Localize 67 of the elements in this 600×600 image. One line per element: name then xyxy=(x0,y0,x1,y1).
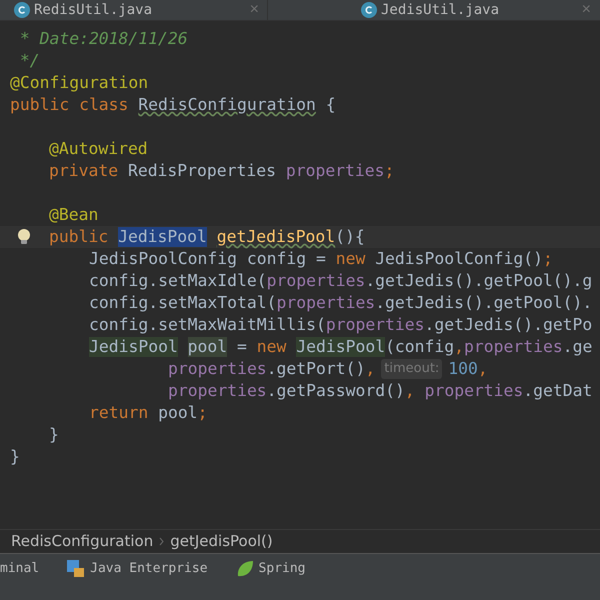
code-text: { xyxy=(324,95,336,115)
code-text: properties xyxy=(464,337,563,357)
code-text: ; xyxy=(198,403,208,423)
code-text: @Autowired xyxy=(49,139,148,159)
code-text: JedisPoolConfig config = xyxy=(89,249,327,269)
editor-tab[interactable]: JedisUtil.java × xyxy=(268,0,599,20)
tool-window-button[interactable]: minal xyxy=(0,558,40,578)
code-text: return xyxy=(89,403,150,423)
code-text: , xyxy=(478,359,488,379)
tool-window-button[interactable]: Spring xyxy=(236,558,306,578)
code-comment: */ xyxy=(18,51,40,71)
code-text: config.setMaxIdle( xyxy=(89,271,267,291)
code-text: pool xyxy=(188,337,228,357)
code-text: , xyxy=(365,359,376,379)
code-text: private xyxy=(49,161,120,181)
code-text: public xyxy=(49,227,110,247)
code-text: 100 xyxy=(448,359,478,379)
code-text: @Bean xyxy=(49,205,98,225)
code-text: } xyxy=(49,425,59,445)
code-text: @Configuration xyxy=(10,73,148,93)
code-text: .getPort() xyxy=(266,359,366,379)
code-text: getJedisPool xyxy=(216,227,336,247)
code-text: ; xyxy=(542,249,553,269)
code-text: .getJedis().getPool(). xyxy=(375,293,592,313)
code-text: properties xyxy=(286,161,385,181)
chevron-icon xyxy=(159,537,164,546)
editor-tab[interactable]: RedisUtil.java × xyxy=(0,0,268,20)
code-text: JedisPool xyxy=(296,337,386,357)
code-text: JedisPool xyxy=(89,337,178,357)
enterprise-icon xyxy=(67,560,86,578)
code-text: .getPassword() xyxy=(266,381,405,401)
class-icon xyxy=(361,2,377,18)
lightbulb-icon[interactable] xyxy=(17,228,31,246)
leaf-icon xyxy=(236,560,254,578)
code-text: new xyxy=(336,249,366,269)
code-text: , xyxy=(454,337,464,357)
code-text: = xyxy=(236,337,248,357)
code-text: } xyxy=(10,447,20,467)
tool-window-button[interactable]: Java Enterprise xyxy=(67,558,208,578)
code-comment: * Date:2018/11/26 xyxy=(18,29,188,49)
parameter-hint: timeout: xyxy=(381,359,442,379)
code-text: (config xyxy=(385,337,454,357)
code-text: properties xyxy=(424,381,524,401)
code-text: RedisProperties xyxy=(128,161,277,181)
code-text: .getDat xyxy=(523,381,592,401)
code-text: public class xyxy=(10,95,130,115)
code-text: config.setMaxWaitMillis( xyxy=(89,315,326,335)
code-text: , xyxy=(404,381,416,401)
code-text: properties xyxy=(168,359,267,379)
code-text: properties xyxy=(326,315,425,335)
code-text: new xyxy=(256,337,288,357)
code-text: .getJedis().getPool().g xyxy=(365,271,592,291)
breadcrumb[interactable]: getJedisPool() xyxy=(170,530,273,553)
code-text: properties xyxy=(168,381,267,401)
code-text: JedisPoolConfig() xyxy=(375,249,543,269)
code-text: properties xyxy=(266,271,366,291)
code-text: config.setMaxTotal( xyxy=(89,293,276,313)
code-text: pool xyxy=(158,403,198,423)
code-text: JedisPool xyxy=(118,227,207,247)
code-text: .getJedis().getPo xyxy=(424,315,592,335)
code-text: ; xyxy=(384,161,394,181)
code-text: .ge xyxy=(562,337,592,357)
code-text: (){ xyxy=(335,227,365,247)
code-text: properties xyxy=(276,293,376,313)
code-text: RedisConfiguration xyxy=(138,95,316,115)
breadcrumb[interactable]: RedisConfiguration xyxy=(11,530,154,553)
class-icon xyxy=(14,2,30,18)
